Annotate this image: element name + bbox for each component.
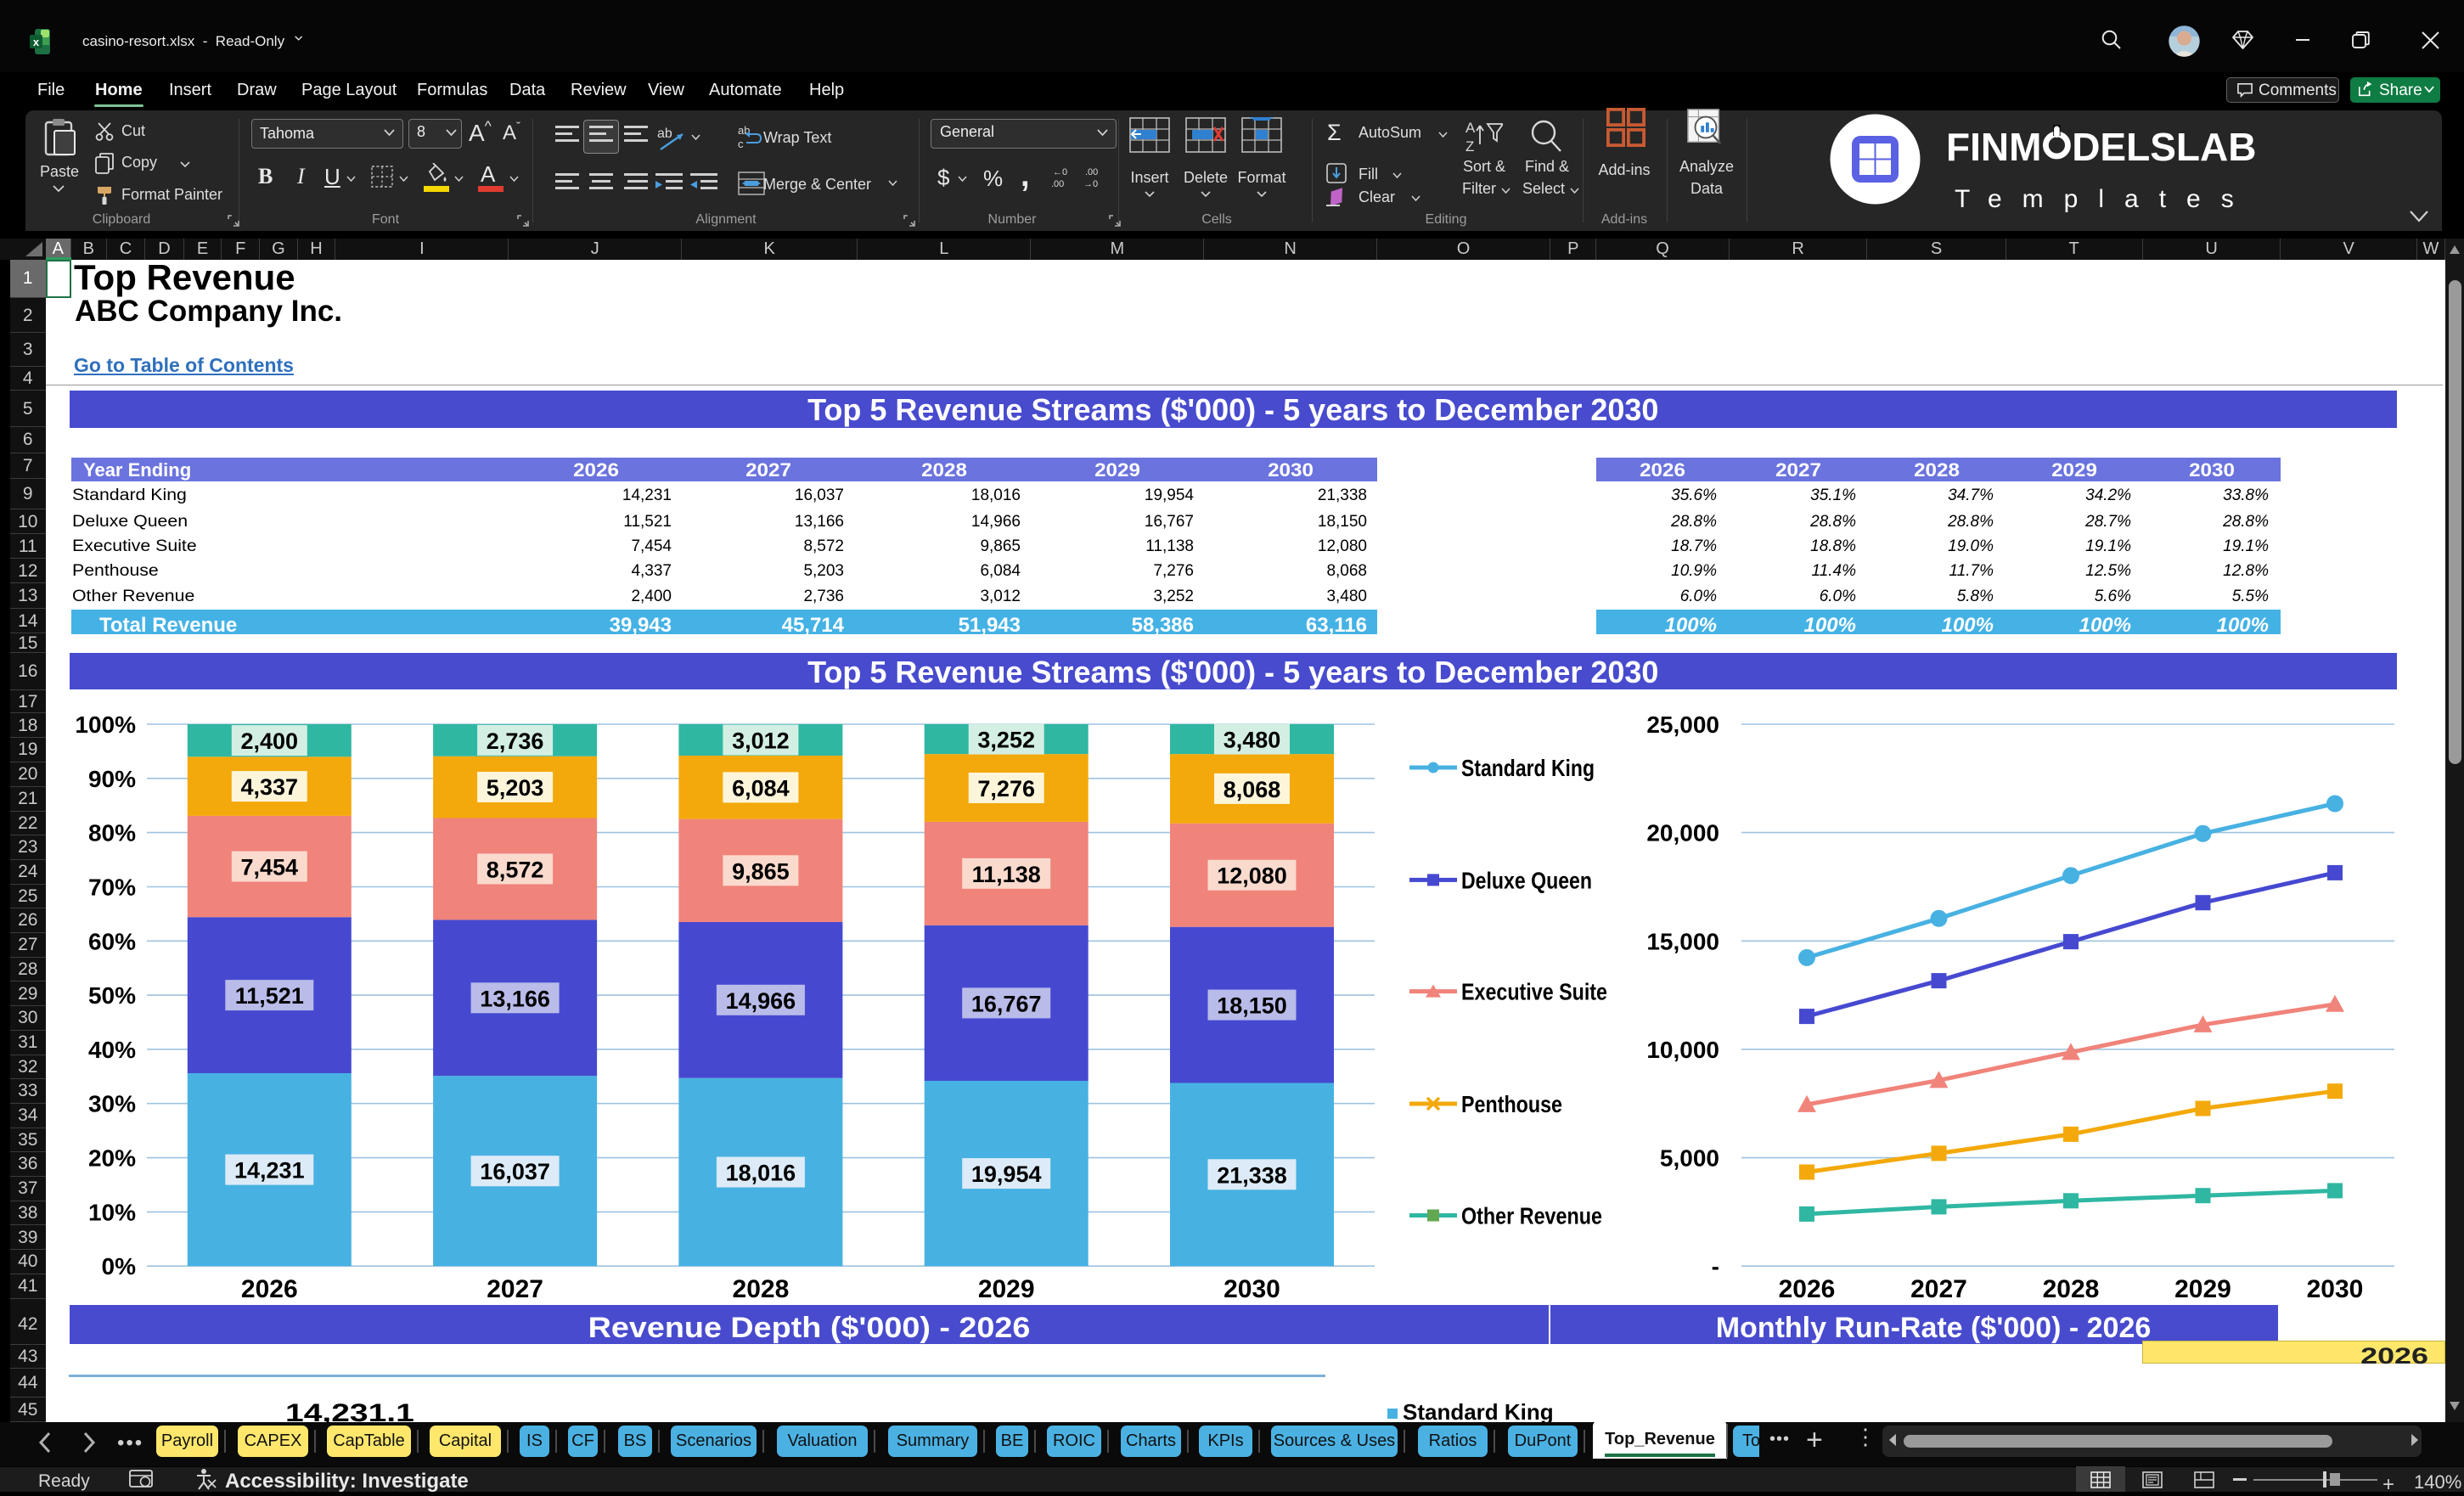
svg-text:16,037: 16,037 xyxy=(480,1159,550,1184)
svg-text:25,000: 25,000 xyxy=(1646,711,1719,738)
svg-text:2029: 2029 xyxy=(978,1275,1035,1303)
svg-text:14,966: 14,966 xyxy=(726,988,796,1014)
svg-text:7,276: 7,276 xyxy=(977,776,1035,801)
svg-text:2030: 2030 xyxy=(1224,1275,1280,1303)
svg-text:12,080: 12,080 xyxy=(1217,863,1287,889)
svg-text:Executive Suite: Executive Suite xyxy=(1461,979,1607,1005)
svg-text:10,000: 10,000 xyxy=(1646,1037,1719,1063)
svg-text:18,016: 18,016 xyxy=(726,1161,796,1186)
svg-text:3,480: 3,480 xyxy=(1224,728,1281,753)
svg-text:4,337: 4,337 xyxy=(241,774,299,800)
svg-text:10%: 10% xyxy=(88,1199,136,1225)
svg-text:0%: 0% xyxy=(102,1253,137,1279)
svg-text:3,012: 3,012 xyxy=(732,728,790,754)
svg-text:8,572: 8,572 xyxy=(487,857,544,882)
svg-text:Other Revenue: Other Revenue xyxy=(1461,1203,1602,1229)
svg-text:6,084: 6,084 xyxy=(732,775,790,801)
svg-text:11,138: 11,138 xyxy=(972,862,1041,887)
svg-text:-: - xyxy=(1712,1253,1719,1279)
svg-text:14,231: 14,231 xyxy=(234,1158,305,1184)
svg-text:13,166: 13,166 xyxy=(480,986,550,1011)
svg-text:60%: 60% xyxy=(88,928,136,954)
svg-text:21,338: 21,338 xyxy=(1217,1162,1287,1188)
svg-text:70%: 70% xyxy=(88,875,136,901)
svg-text:11,521: 11,521 xyxy=(235,983,304,1009)
svg-text:19,954: 19,954 xyxy=(971,1161,1042,1187)
svg-text:2026: 2026 xyxy=(1779,1275,1836,1303)
svg-text:2,736: 2,736 xyxy=(487,728,544,754)
svg-text:Standard King: Standard King xyxy=(1461,755,1595,781)
svg-text:20,000: 20,000 xyxy=(1646,820,1719,846)
svg-text:3,252: 3,252 xyxy=(977,728,1035,753)
svg-text:50%: 50% xyxy=(88,982,136,1009)
svg-text:40%: 40% xyxy=(88,1037,136,1063)
svg-text:100%: 100% xyxy=(75,711,136,738)
svg-text:2030: 2030 xyxy=(2307,1275,2364,1303)
svg-text:20%: 20% xyxy=(88,1145,136,1172)
svg-text:90%: 90% xyxy=(88,766,136,792)
svg-text:2029: 2029 xyxy=(2174,1275,2231,1303)
svg-text:2,400: 2,400 xyxy=(241,728,299,754)
svg-text:Deluxe Queen: Deluxe Queen xyxy=(1461,867,1592,893)
svg-text:30%: 30% xyxy=(88,1091,136,1117)
svg-text:2028: 2028 xyxy=(2043,1275,2100,1303)
svg-text:7,454: 7,454 xyxy=(241,855,299,880)
svg-text:2027: 2027 xyxy=(487,1275,543,1303)
svg-text:16,767: 16,767 xyxy=(971,991,1042,1016)
svg-text:80%: 80% xyxy=(88,820,136,846)
svg-text:5,000: 5,000 xyxy=(1660,1145,1719,1172)
svg-text:2026: 2026 xyxy=(241,1275,298,1303)
svg-text:5,203: 5,203 xyxy=(487,775,544,801)
svg-text:15,000: 15,000 xyxy=(1646,928,1719,954)
svg-text:8,068: 8,068 xyxy=(1224,777,1281,802)
svg-text:18,150: 18,150 xyxy=(1217,993,1287,1019)
svg-text:2027: 2027 xyxy=(1910,1275,1967,1303)
svg-text:9,865: 9,865 xyxy=(732,858,790,884)
svg-text:2028: 2028 xyxy=(733,1275,790,1303)
svg-text:Penthouse: Penthouse xyxy=(1461,1091,1562,1117)
